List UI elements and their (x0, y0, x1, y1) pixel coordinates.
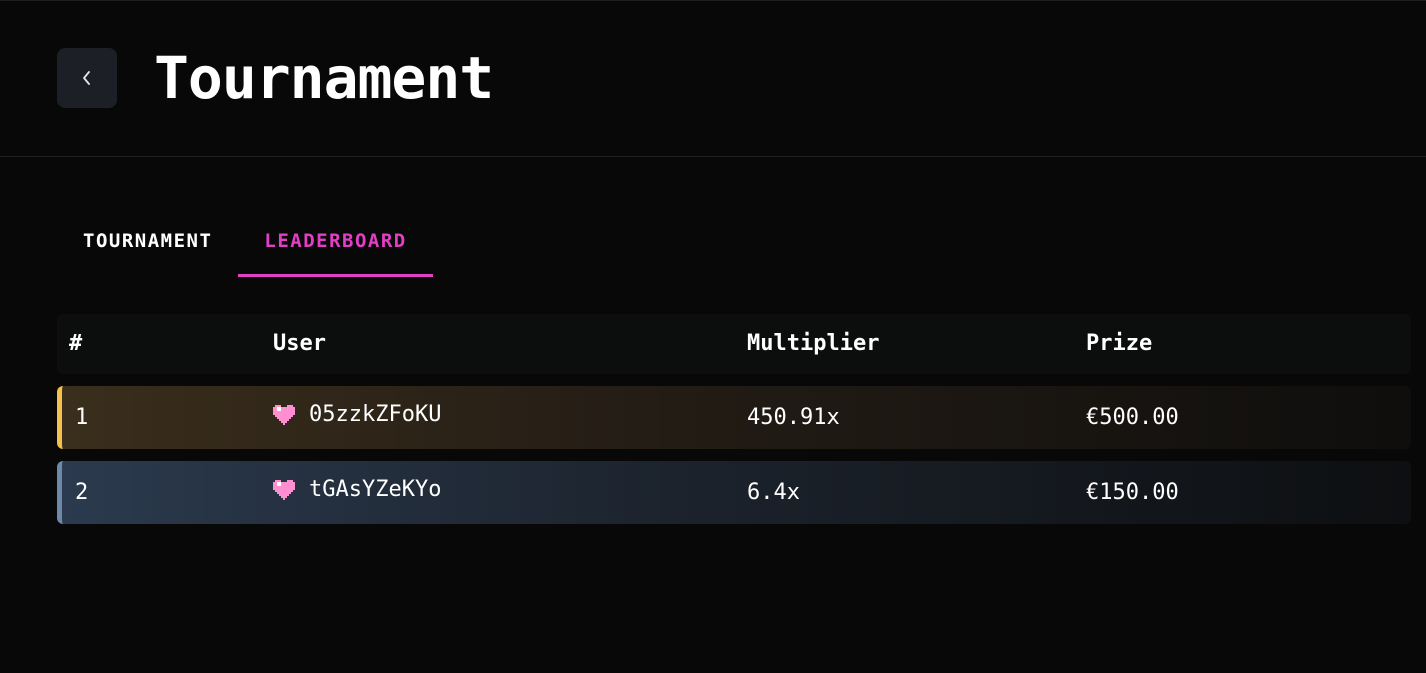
multiplier-cell: 450.91x (747, 405, 840, 430)
user-cell: 05zzkZFoKU (273, 386, 441, 443)
table-header: # User Multiplier Prize (57, 314, 1411, 374)
back-button[interactable] (57, 48, 117, 108)
leaderboard-table: # User Multiplier Prize 1 05zzkZFoKU 450… (57, 314, 1411, 524)
table-row[interactable]: 2 tGAsYZeKYo 6.4x €150.00 (57, 461, 1411, 524)
column-header-prize: Prize (1086, 331, 1153, 356)
column-header-multiplier: Multiplier (747, 331, 880, 356)
heart-icon (273, 404, 295, 425)
username: tGAsYZeKYo (309, 477, 442, 502)
prize-cell: €150.00 (1086, 480, 1179, 505)
prize-cell: €500.00 (1086, 405, 1179, 430)
user-cell: tGAsYZeKYo (273, 461, 441, 518)
username: 05zzkZFoKU (309, 402, 442, 427)
page-title: Tournament (154, 44, 494, 112)
column-header-rank: # (69, 331, 83, 356)
table-row[interactable]: 1 05zzkZFoKU 450.91x €500.00 (57, 386, 1411, 449)
rank-cell: 2 (75, 480, 89, 505)
tournament-page: Tournament TOURNAMENT LEADERBOARD # User… (0, 0, 1426, 673)
tab-bar: TOURNAMENT LEADERBOARD (57, 213, 433, 277)
tab-leaderboard[interactable]: LEADERBOARD (238, 213, 433, 277)
page-header: Tournament (0, 1, 1426, 157)
rank-cell: 1 (75, 405, 89, 430)
multiplier-cell: 6.4x (747, 480, 800, 505)
chevron-left-icon (83, 71, 90, 85)
heart-icon (273, 479, 295, 500)
column-header-user: User (273, 331, 326, 356)
tab-tournament[interactable]: TOURNAMENT (57, 213, 238, 277)
